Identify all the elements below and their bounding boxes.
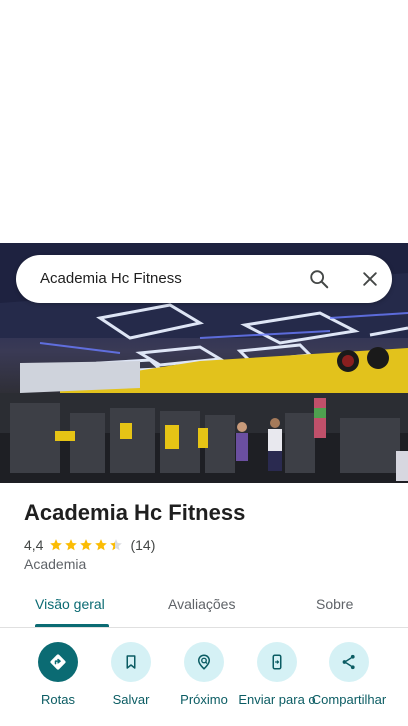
rating-value: 4,4 bbox=[24, 537, 44, 553]
search-input[interactable]: Academia Hc Fitness bbox=[40, 270, 182, 287]
star-icon bbox=[80, 539, 93, 551]
place-category[interactable]: Academia bbox=[24, 556, 86, 572]
map-area[interactable] bbox=[0, 0, 408, 243]
directions-button[interactable]: Rotas bbox=[18, 640, 98, 707]
tab-about[interactable]: Sobre bbox=[316, 596, 353, 612]
save-label: Salvar bbox=[112, 692, 150, 707]
star-rating bbox=[49, 538, 124, 552]
tab-bar: Visão geral Avaliações Sobre bbox=[0, 585, 408, 628]
directions-label: Rotas bbox=[41, 692, 75, 707]
close-icon[interactable] bbox=[356, 265, 384, 293]
nearby-label: Próximo bbox=[180, 692, 228, 707]
search-icon[interactable] bbox=[305, 265, 333, 293]
place-title: Academia Hc Fitness bbox=[24, 500, 246, 525]
tab-reviews[interactable]: Avaliações bbox=[168, 596, 235, 612]
send-to-phone-button[interactable]: Enviar para o bbox=[237, 640, 317, 707]
search-bar[interactable]: Academia Hc Fitness bbox=[16, 255, 392, 303]
review-count: (14) bbox=[130, 537, 156, 553]
share-icon bbox=[329, 642, 369, 682]
star-icon bbox=[65, 539, 78, 551]
share-label: Compartilhar bbox=[311, 692, 387, 707]
directions-icon bbox=[38, 642, 78, 682]
star-icon bbox=[110, 539, 123, 551]
star-icon bbox=[50, 539, 63, 551]
tab-active-indicator bbox=[35, 624, 109, 627]
send-to-phone-icon bbox=[257, 642, 297, 682]
send-to-phone-label: Enviar para o bbox=[238, 692, 316, 707]
rating-row[interactable]: 4,4 (14) bbox=[24, 536, 155, 554]
save-button[interactable]: Salvar bbox=[91, 640, 171, 707]
share-button[interactable]: Compartilhar bbox=[309, 640, 389, 707]
bookmark-icon bbox=[111, 642, 151, 682]
nearby-button[interactable]: Próximo bbox=[164, 640, 244, 707]
star-icon bbox=[95, 539, 108, 551]
nearby-icon bbox=[184, 642, 224, 682]
action-bar: Rotas Salvar Próximo Enviar para o Compa… bbox=[0, 640, 408, 726]
tab-overview[interactable]: Visão geral bbox=[35, 596, 105, 612]
